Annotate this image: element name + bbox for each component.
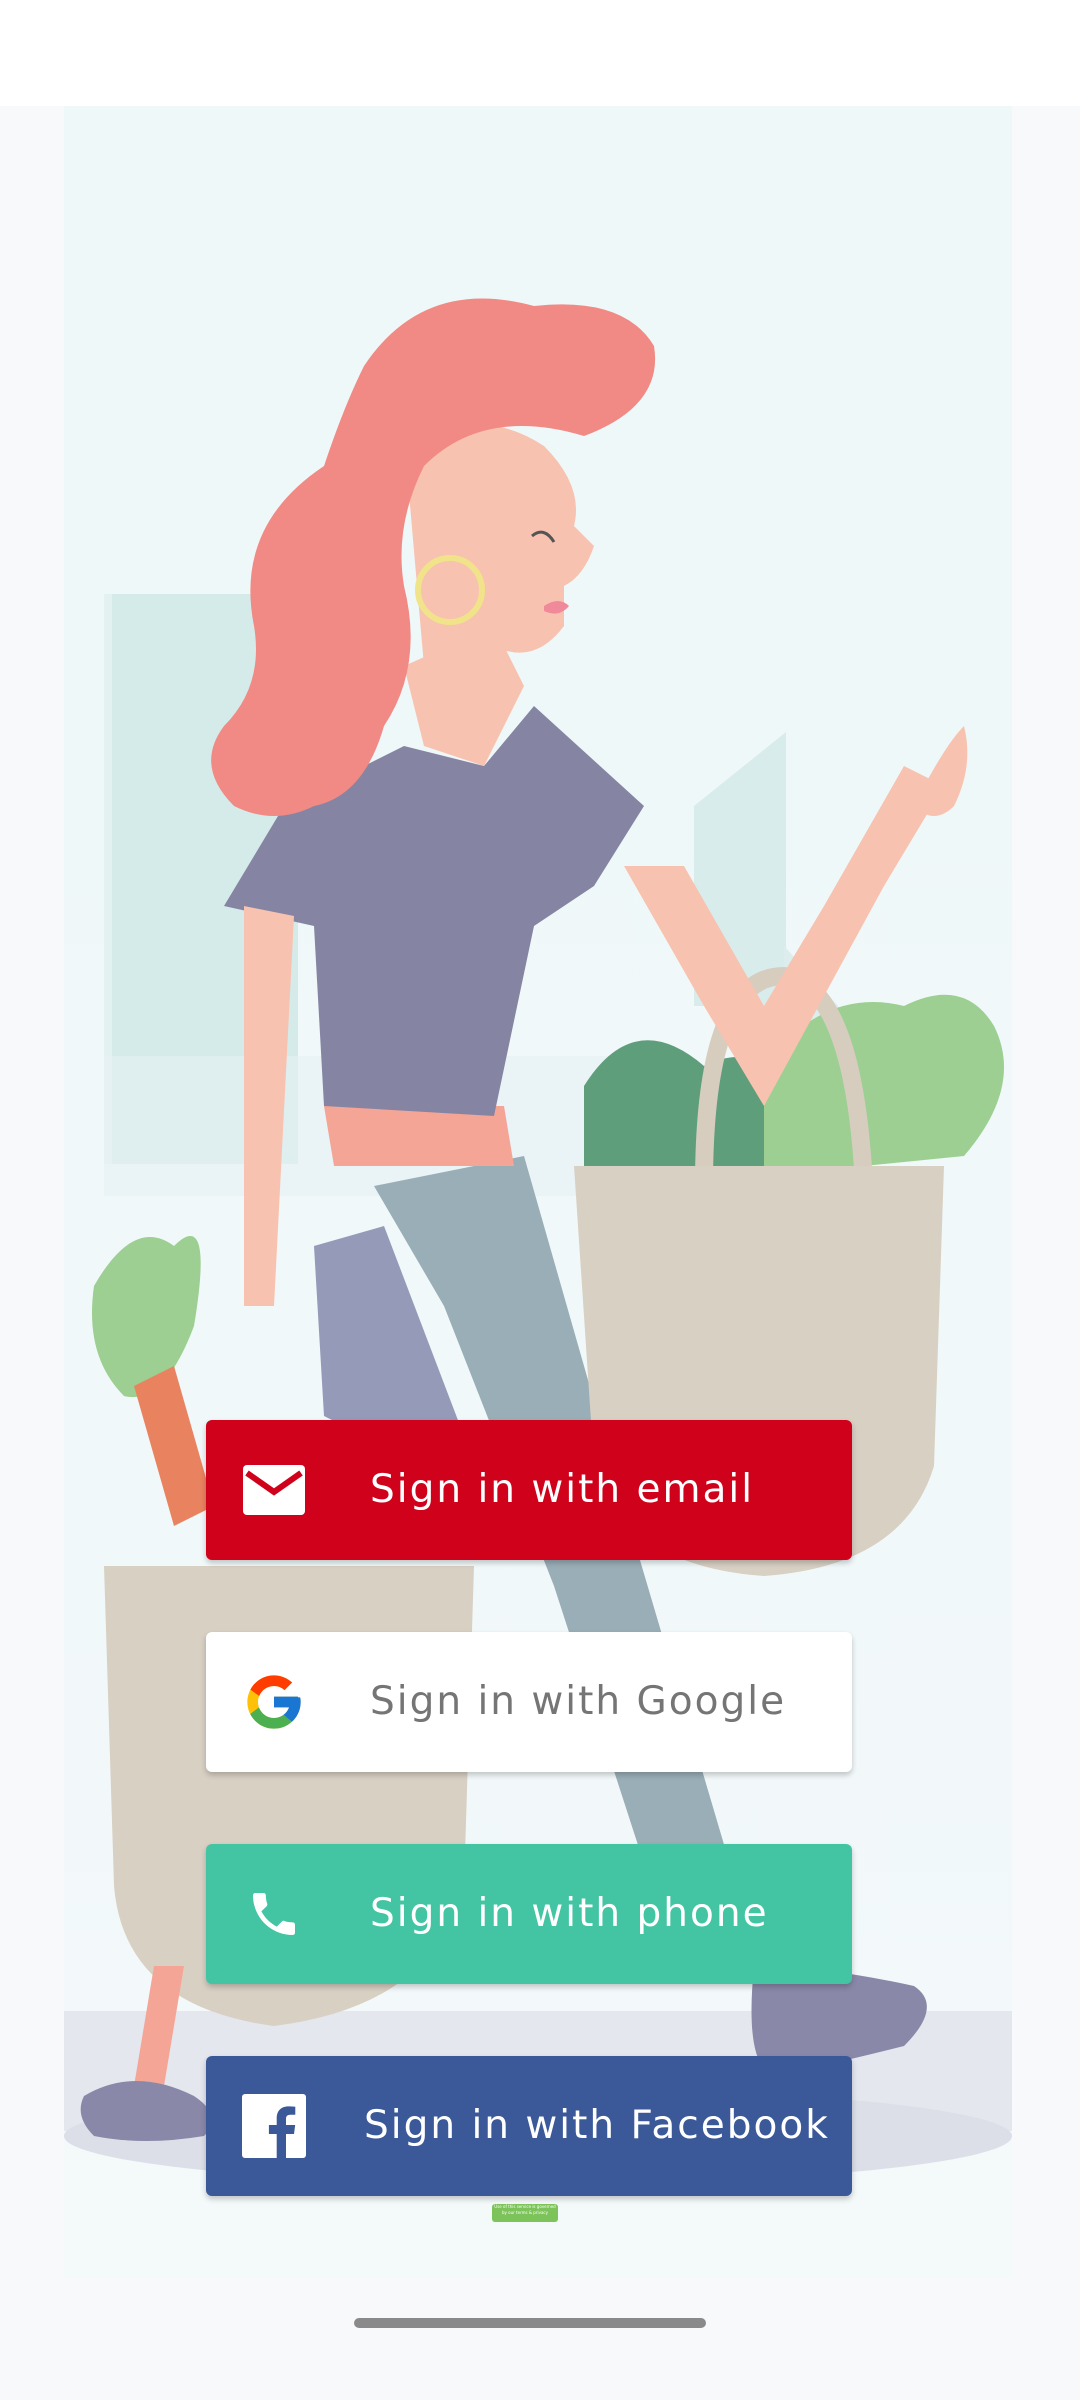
status-bar <box>0 0 1080 106</box>
terms-notice[interactable]: Use of this service is governed by our t… <box>492 2204 558 2222</box>
mail-icon <box>242 1458 306 1522</box>
phone-icon <box>242 1882 306 1946</box>
sign-in-facebook-label: Sign in with Facebook <box>364 2103 830 2148</box>
terms-notice-text: Use of this service is governed by our t… <box>494 2204 556 2215</box>
google-logo-icon <box>242 1670 306 1734</box>
sign-in-screen: Sign in with email Sign in with Google S… <box>0 0 1080 2400</box>
sign-in-email-button[interactable]: Sign in with email <box>206 1420 852 1560</box>
sign-in-email-label: Sign in with email <box>370 1467 755 1512</box>
sign-in-facebook-button[interactable]: Sign in with Facebook <box>206 2056 852 2196</box>
sign-in-google-label: Sign in with Google <box>370 1679 787 1724</box>
sign-in-google-button[interactable]: Sign in with Google <box>206 1632 852 1772</box>
home-indicator[interactable] <box>354 2318 706 2328</box>
sign-in-phone-label: Sign in with phone <box>370 1891 769 1936</box>
sign-in-phone-button[interactable]: Sign in with phone <box>206 1844 852 1984</box>
facebook-logo-icon <box>242 2094 306 2158</box>
